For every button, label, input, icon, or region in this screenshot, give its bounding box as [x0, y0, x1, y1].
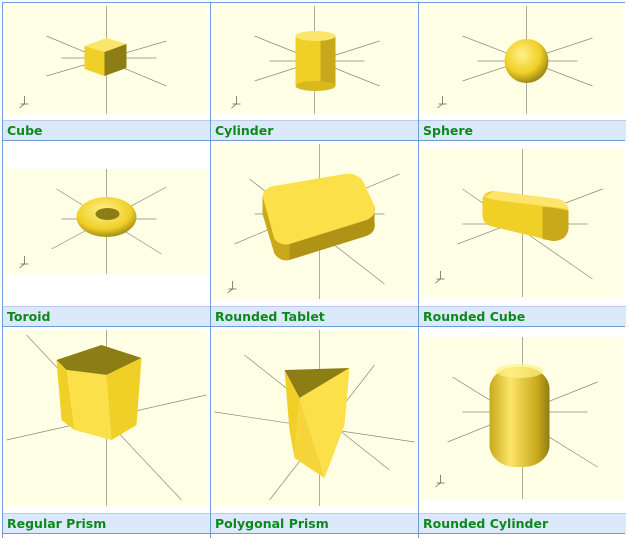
gallery-cell-regular-prism[interactable]: Regular Prism	[3, 327, 210, 533]
gallery-cell-rounded-cylinder[interactable]: Rounded Cylinder	[419, 327, 626, 533]
cube-preview-image[interactable]	[6, 6, 207, 114]
shape-label-rounded-tablet[interactable]: Rounded Tablet	[211, 306, 418, 326]
gallery-cell-cylinder[interactable]: Cylinder	[211, 3, 418, 140]
regular-prism-preview-icon	[6, 330, 207, 506]
gallery-cell-next-row-1	[3, 534, 210, 542]
rounded-cylinder-preview-image[interactable]	[422, 337, 623, 499]
toroid-preview-image[interactable]	[6, 169, 207, 274]
shape-label-rounded-cylinder[interactable]: Rounded Cylinder	[419, 513, 626, 533]
cylinder-preview-icon	[231, 6, 380, 114]
sphere-preview-image[interactable]	[422, 6, 623, 114]
sphere-preview-icon	[437, 6, 593, 114]
rounded-cylinder-preview-icon	[435, 337, 598, 499]
gallery-cell-next-row-2	[211, 534, 418, 542]
gallery-cell-toroid[interactable]: Toroid	[3, 141, 210, 326]
shape-label-polygonal-prism[interactable]: Polygonal Prism	[211, 513, 418, 533]
shape-gallery-table: Cube Cylinder Sphere Toroid Rounded Tabl…	[2, 2, 626, 542]
polygonal-prism-preview-image[interactable]	[214, 330, 415, 506]
toroid-preview-icon	[19, 169, 167, 274]
shape-label-regular-prism[interactable]: Regular Prism	[3, 513, 210, 533]
shape-label-rounded-cube[interactable]: Rounded Cube	[419, 306, 626, 326]
regular-prism-preview-image[interactable]	[6, 330, 207, 506]
gallery-cell-cube[interactable]: Cube	[3, 3, 210, 140]
shape-label-toroid[interactable]: Toroid	[3, 306, 210, 326]
polygonal-prism-preview-icon	[214, 330, 415, 506]
gallery-cell-rounded-tablet[interactable]: Rounded Tablet	[211, 141, 418, 326]
rounded-cube-preview-icon	[435, 149, 603, 297]
gallery-cell-next-row-3	[419, 534, 626, 542]
gallery-cell-sphere[interactable]: Sphere	[419, 3, 626, 140]
gallery-cell-rounded-cube[interactable]: Rounded Cube	[419, 141, 626, 326]
rounded-tablet-preview-icon	[227, 144, 400, 299]
cylinder-preview-image[interactable]	[214, 6, 415, 114]
rounded-cube-preview-image[interactable]	[422, 149, 623, 297]
shape-label-sphere[interactable]: Sphere	[419, 120, 626, 140]
cube-preview-icon	[19, 6, 167, 114]
shape-label-cylinder[interactable]: Cylinder	[211, 120, 418, 140]
rounded-tablet-preview-image[interactable]	[214, 144, 415, 299]
gallery-cell-polygonal-prism[interactable]: Polygonal Prism	[211, 327, 418, 533]
shape-label-cube[interactable]: Cube	[3, 120, 210, 140]
